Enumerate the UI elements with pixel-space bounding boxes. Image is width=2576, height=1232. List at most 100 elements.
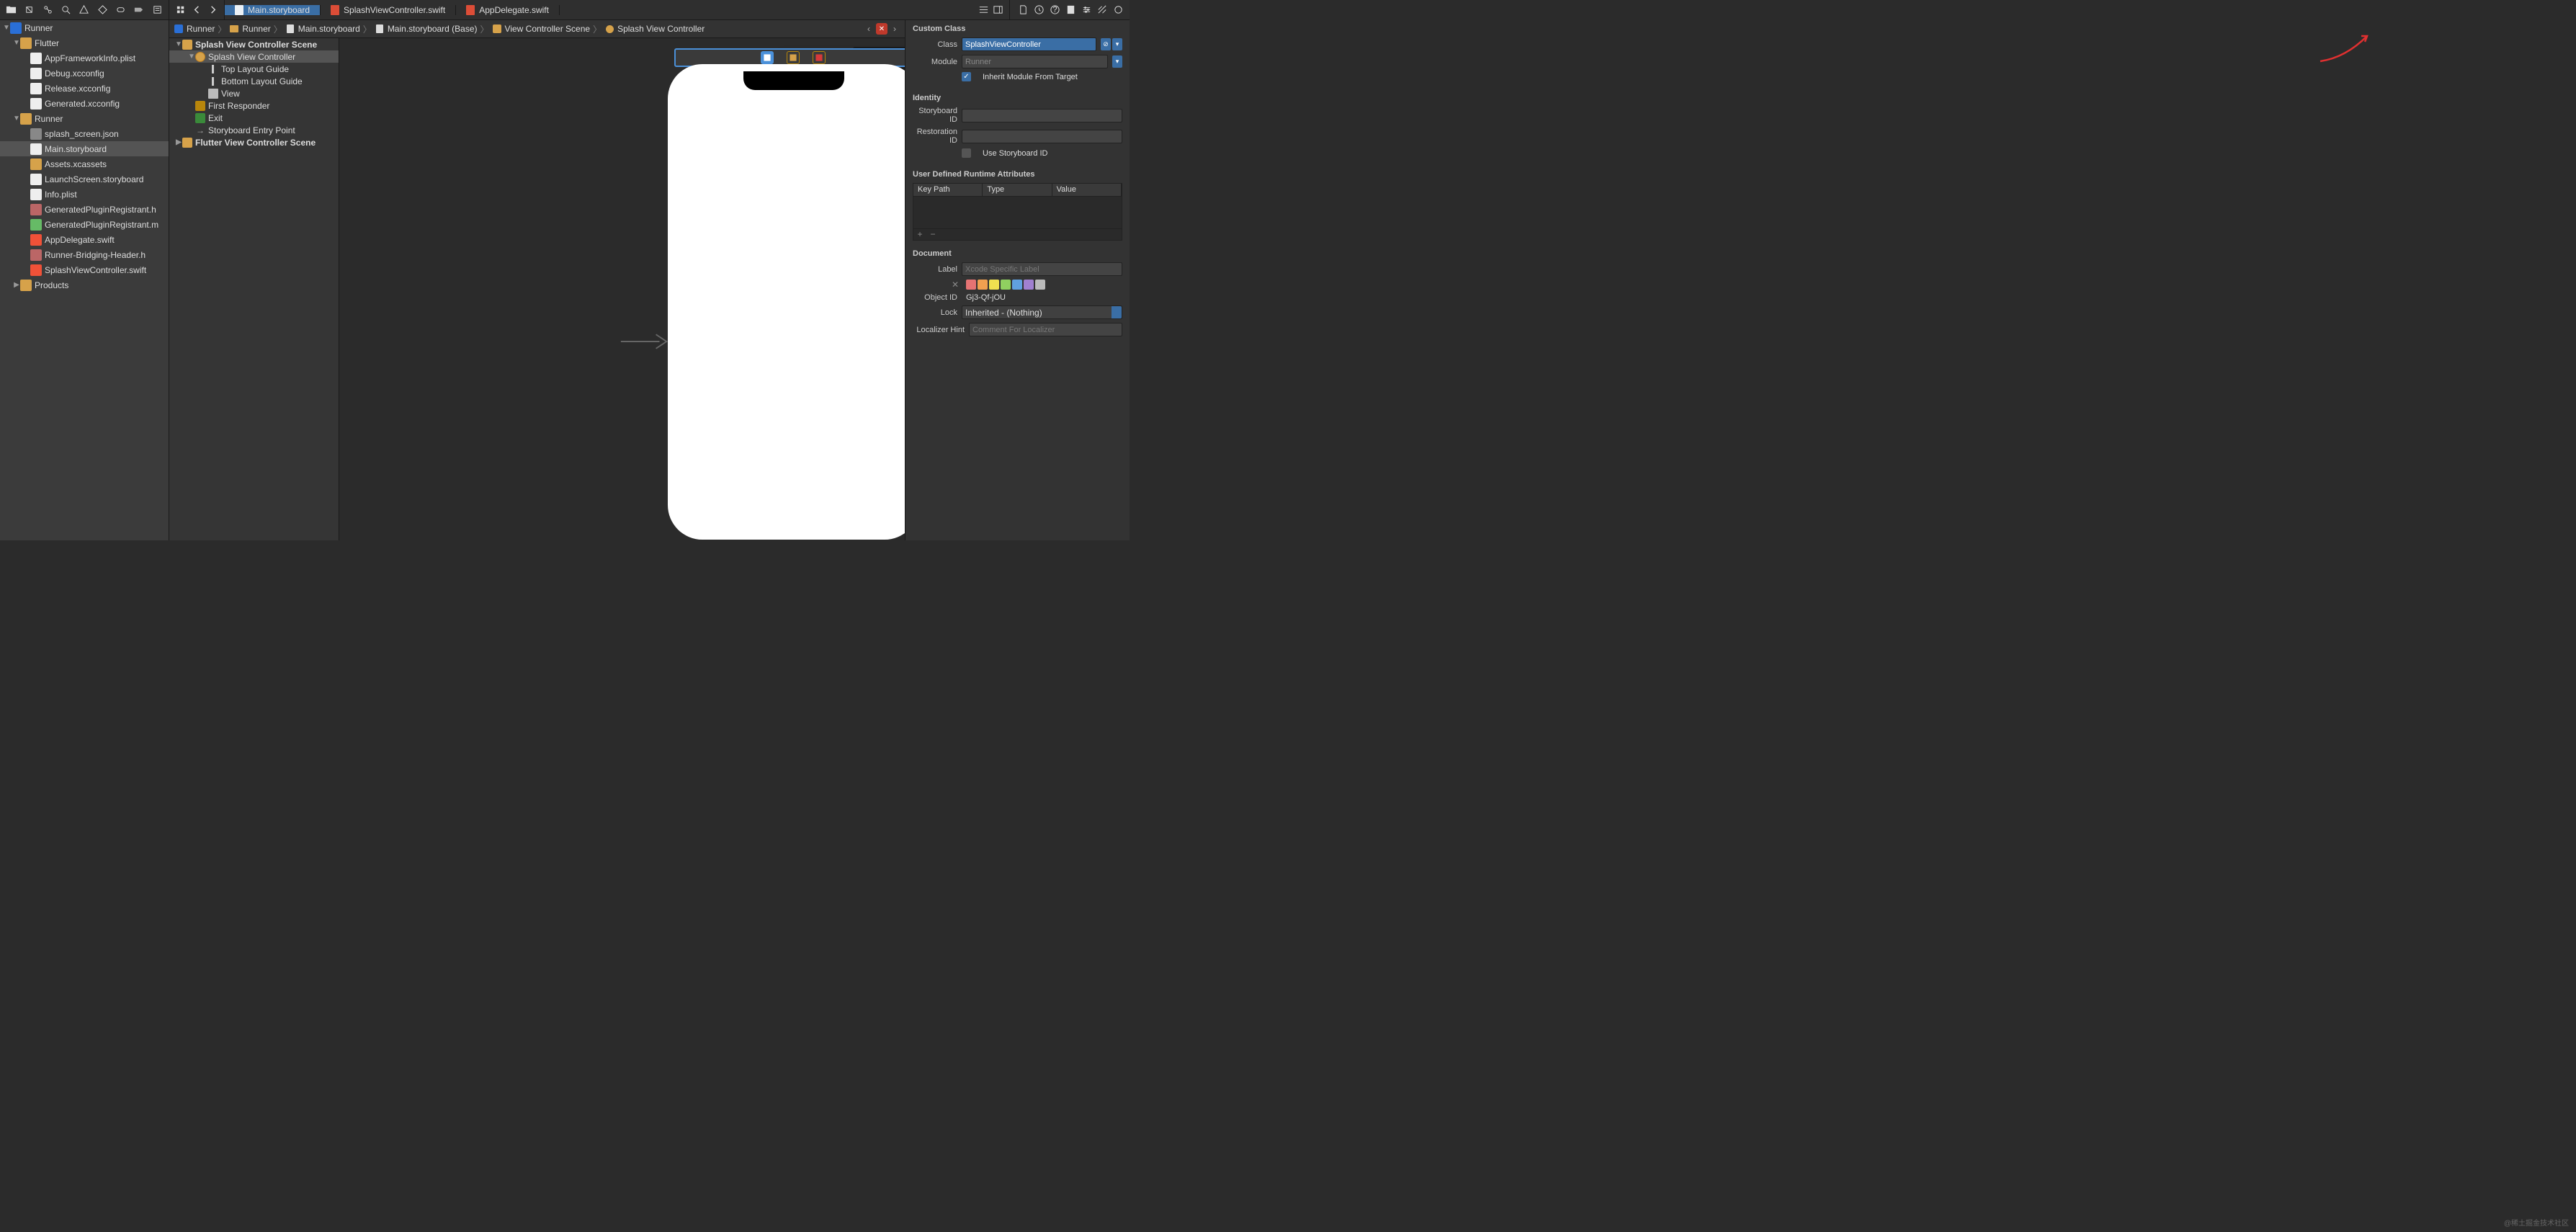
nav-item[interactable]: Runner-Bridging-Header.h [0, 247, 169, 262]
outline-toggle-icon[interactable] [175, 4, 187, 16]
color-swatch[interactable] [1001, 280, 1011, 290]
exit-dock-icon[interactable] [813, 51, 826, 64]
localizer-input[interactable] [969, 323, 1122, 336]
label-input[interactable] [962, 262, 1122, 276]
udra-remove-button[interactable]: − [926, 229, 939, 240]
breakpoints-icon[interactable] [133, 4, 144, 16]
outline-item[interactable]: First Responder [169, 99, 339, 112]
udra-add-button[interactable]: + [913, 229, 926, 240]
project-navigator[interactable]: ▼Runner▼FlutterAppFrameworkInfo.plistDeb… [0, 20, 169, 540]
back-icon[interactable] [191, 4, 202, 16]
nav-item[interactable]: splash_screen.json [0, 126, 169, 141]
nav-item[interactable]: Info.plist [0, 187, 169, 202]
nav-item[interactable]: AppDelegate.swift [0, 232, 169, 247]
nav-item[interactable]: GeneratedPluginRegistrant.h [0, 202, 169, 217]
lock-select[interactable]: Inherited - (Nothing) [962, 305, 1122, 319]
forward-icon[interactable] [207, 4, 218, 16]
search-icon[interactable] [61, 4, 71, 16]
editor-tab[interactable]: SplashViewController.swift [321, 5, 456, 15]
class-dropdown-icon[interactable]: ▾ [1112, 38, 1122, 50]
nav-item[interactable]: Debug.xcconfig [0, 66, 169, 81]
nav-item[interactable]: Assets.xcassets [0, 156, 169, 171]
storyboard-id-input[interactable] [962, 109, 1122, 122]
udra-table-body[interactable] [913, 196, 1122, 229]
disclosure-icon[interactable]: ▶ [175, 138, 182, 146]
jumpbar-item[interactable]: Main.storyboard [285, 24, 360, 34]
help-inspector-icon[interactable]: ? [1049, 4, 1060, 16]
color-swatch[interactable] [1024, 280, 1034, 290]
jumpbar-item[interactable]: Runner [174, 24, 215, 34]
outline-item[interactable]: ▶Flutter View Controller Scene [169, 136, 339, 148]
source-control-icon[interactable] [24, 4, 35, 16]
disclosure-icon[interactable]: ▼ [13, 39, 20, 47]
scene-title-bar[interactable] [674, 48, 905, 67]
tests-icon[interactable] [97, 4, 108, 16]
nav-item[interactable]: Main.storyboard [0, 141, 169, 156]
nav-item[interactable]: ▶ Products [0, 277, 169, 293]
class-clear-icon[interactable]: ⊘ [1101, 38, 1111, 50]
color-swatch[interactable] [1035, 280, 1045, 290]
color-swatch[interactable] [978, 280, 988, 290]
disclosure-icon[interactable]: ▼ [13, 115, 20, 122]
restoration-id-input[interactable] [962, 130, 1122, 143]
nav-item[interactable]: SplashViewController.swift [0, 262, 169, 277]
jumpbar-item[interactable]: Main.storyboard (Base) [375, 24, 478, 34]
color-swatch[interactable] [989, 280, 999, 290]
nav-item[interactable]: ▼Flutter [0, 35, 169, 50]
history-inspector-icon[interactable] [1033, 4, 1045, 16]
adjust-lines-icon[interactable] [978, 4, 989, 16]
disclosure-icon[interactable]: ▼ [175, 40, 182, 48]
nav-label: Products [35, 280, 68, 290]
attributes-inspector-icon[interactable] [1081, 4, 1092, 16]
file-inspector-icon[interactable] [1017, 4, 1029, 16]
folder-icon[interactable] [6, 4, 17, 16]
outline-item[interactable]: Bottom Layout Guide [169, 75, 339, 87]
first-responder-dock-icon[interactable] [787, 51, 800, 64]
jump-back-icon[interactable]: ‹ [863, 23, 875, 35]
symbols-icon[interactable] [43, 4, 53, 16]
jump-forward-icon[interactable]: › [889, 23, 900, 35]
file-icon [30, 83, 42, 94]
color-swatch[interactable] [1012, 280, 1022, 290]
outline-item[interactable]: Top Layout Guide [169, 63, 339, 75]
use-storyboard-id-checkbox[interactable] [962, 148, 971, 158]
device-preview[interactable] [675, 71, 905, 532]
storyboard-canvas[interactable]: Flutter View [339, 38, 905, 540]
disclosure-icon[interactable]: ▼ [3, 24, 10, 32]
reports-icon[interactable] [152, 4, 163, 16]
disclosure-icon[interactable]: ▶ [13, 281, 20, 289]
nav-item[interactable]: GeneratedPluginRegistrant.m [0, 217, 169, 232]
nav-item[interactable]: ▼Runner [0, 111, 169, 126]
jumpbar-item[interactable]: Runner [229, 24, 270, 34]
class-input[interactable] [962, 37, 1096, 51]
jumpbar-item[interactable]: Splash View Controller [604, 24, 705, 34]
module-input[interactable] [962, 55, 1108, 68]
outline-item[interactable]: View [169, 87, 339, 99]
document-outline[interactable]: ▼Splash View Controller Scene▼Splash Vie… [169, 38, 339, 540]
nav-item[interactable]: Generated.xcconfig [0, 96, 169, 111]
inherit-checkbox[interactable]: ✓ [962, 72, 971, 81]
jump-close-icon[interactable]: ✕ [876, 23, 887, 35]
nav-item[interactable]: Release.xcconfig [0, 81, 169, 96]
view-controller-dock-icon[interactable] [761, 51, 774, 64]
disclosure-icon[interactable]: ▼ [188, 53, 195, 61]
debug-icon[interactable] [115, 4, 126, 16]
editor-tab[interactable]: Main.storyboard [225, 5, 321, 15]
jumpbar-item[interactable]: View Controller Scene [492, 24, 591, 34]
size-inspector-icon[interactable] [1096, 4, 1108, 16]
nav-item[interactable]: LaunchScreen.storyboard [0, 171, 169, 187]
outline-item[interactable]: ▼Splash View Controller Scene [169, 38, 339, 50]
outline-item[interactable]: Exit [169, 112, 339, 124]
identity-inspector-icon[interactable] [1065, 4, 1076, 16]
outline-item[interactable]: ▼Splash View Controller [169, 50, 339, 63]
issues-icon[interactable] [79, 4, 89, 16]
module-dropdown-icon[interactable]: ▾ [1112, 55, 1122, 68]
connections-inspector-icon[interactable] [1112, 4, 1124, 16]
sidebar-icon[interactable] [992, 4, 1003, 16]
swatch-clear-icon[interactable]: ✕ [952, 280, 962, 290]
nav-item[interactable]: ▼Runner [0, 20, 169, 35]
editor-tab[interactable]: AppDelegate.swift [456, 5, 560, 15]
color-swatch[interactable] [966, 280, 976, 290]
outline-item[interactable]: →Storyboard Entry Point [169, 124, 339, 136]
nav-item[interactable]: AppFrameworkInfo.plist [0, 50, 169, 66]
